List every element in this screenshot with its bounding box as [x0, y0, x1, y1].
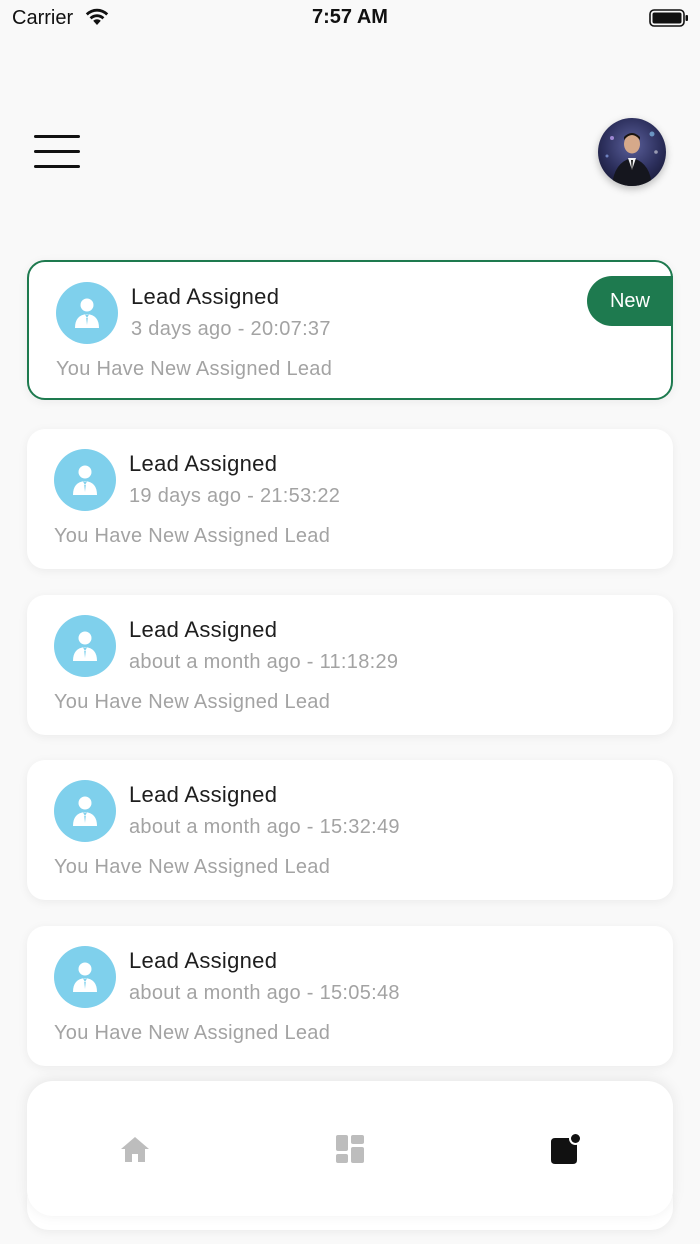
- notification-message: You Have New Assigned Lead: [56, 358, 333, 380]
- new-badge: New: [587, 276, 673, 326]
- notification-time: about a month ago - 15:05:48: [129, 982, 400, 1004]
- notification-message: You Have New Assigned Lead: [54, 1022, 331, 1044]
- notification-time: 3 days ago - 20:07:37: [131, 318, 331, 340]
- notification-card[interactable]: Lead Assigned about a month ago - 11:18:…: [27, 595, 673, 735]
- user-avatar[interactable]: [598, 118, 666, 186]
- notification-icon[interactable]: [547, 1131, 583, 1167]
- notification-message: You Have New Assigned Lead: [54, 856, 331, 878]
- bottom-nav: [27, 1081, 673, 1216]
- notification-title: Lead Assigned: [129, 948, 278, 973]
- user-tie-icon: [56, 282, 118, 344]
- user-tie-icon: [54, 615, 116, 677]
- notification-card[interactable]: Lead Assigned about a month ago - 15:05:…: [27, 926, 673, 1066]
- notification-title: Lead Assigned: [129, 617, 278, 642]
- notification-title: Lead Assigned: [129, 782, 278, 807]
- home-icon[interactable]: [117, 1131, 153, 1167]
- user-tie-icon: [54, 946, 116, 1008]
- notification-card[interactable]: Lead Assigned about a month ago - 15:32:…: [27, 760, 673, 900]
- hamburger-menu-icon[interactable]: [30, 130, 86, 174]
- notification-time: about a month ago - 15:32:49: [129, 816, 400, 838]
- notification-card[interactable]: Lead Assigned 19 days ago - 21:53:22 You…: [27, 429, 673, 569]
- notification-message: You Have New Assigned Lead: [54, 525, 331, 547]
- notification-time: about a month ago - 11:18:29: [129, 651, 399, 673]
- notification-title: Lead Assigned: [129, 451, 278, 476]
- clock: 7:57 AM: [312, 6, 388, 28]
- notification-time: 19 days ago - 21:53:22: [129, 485, 341, 507]
- user-tie-icon: [54, 449, 116, 511]
- status-bar: Carrier 7:57 AM: [0, 0, 700, 36]
- user-tie-icon: [54, 780, 116, 842]
- notification-message: You Have New Assigned Lead: [54, 691, 331, 713]
- battery-icon: [649, 8, 689, 33]
- dashboard-icon[interactable]: [332, 1131, 368, 1167]
- notification-title: Lead Assigned: [131, 284, 280, 309]
- notification-card[interactable]: Lead Assigned 3 days ago - 20:07:37 You …: [27, 260, 673, 400]
